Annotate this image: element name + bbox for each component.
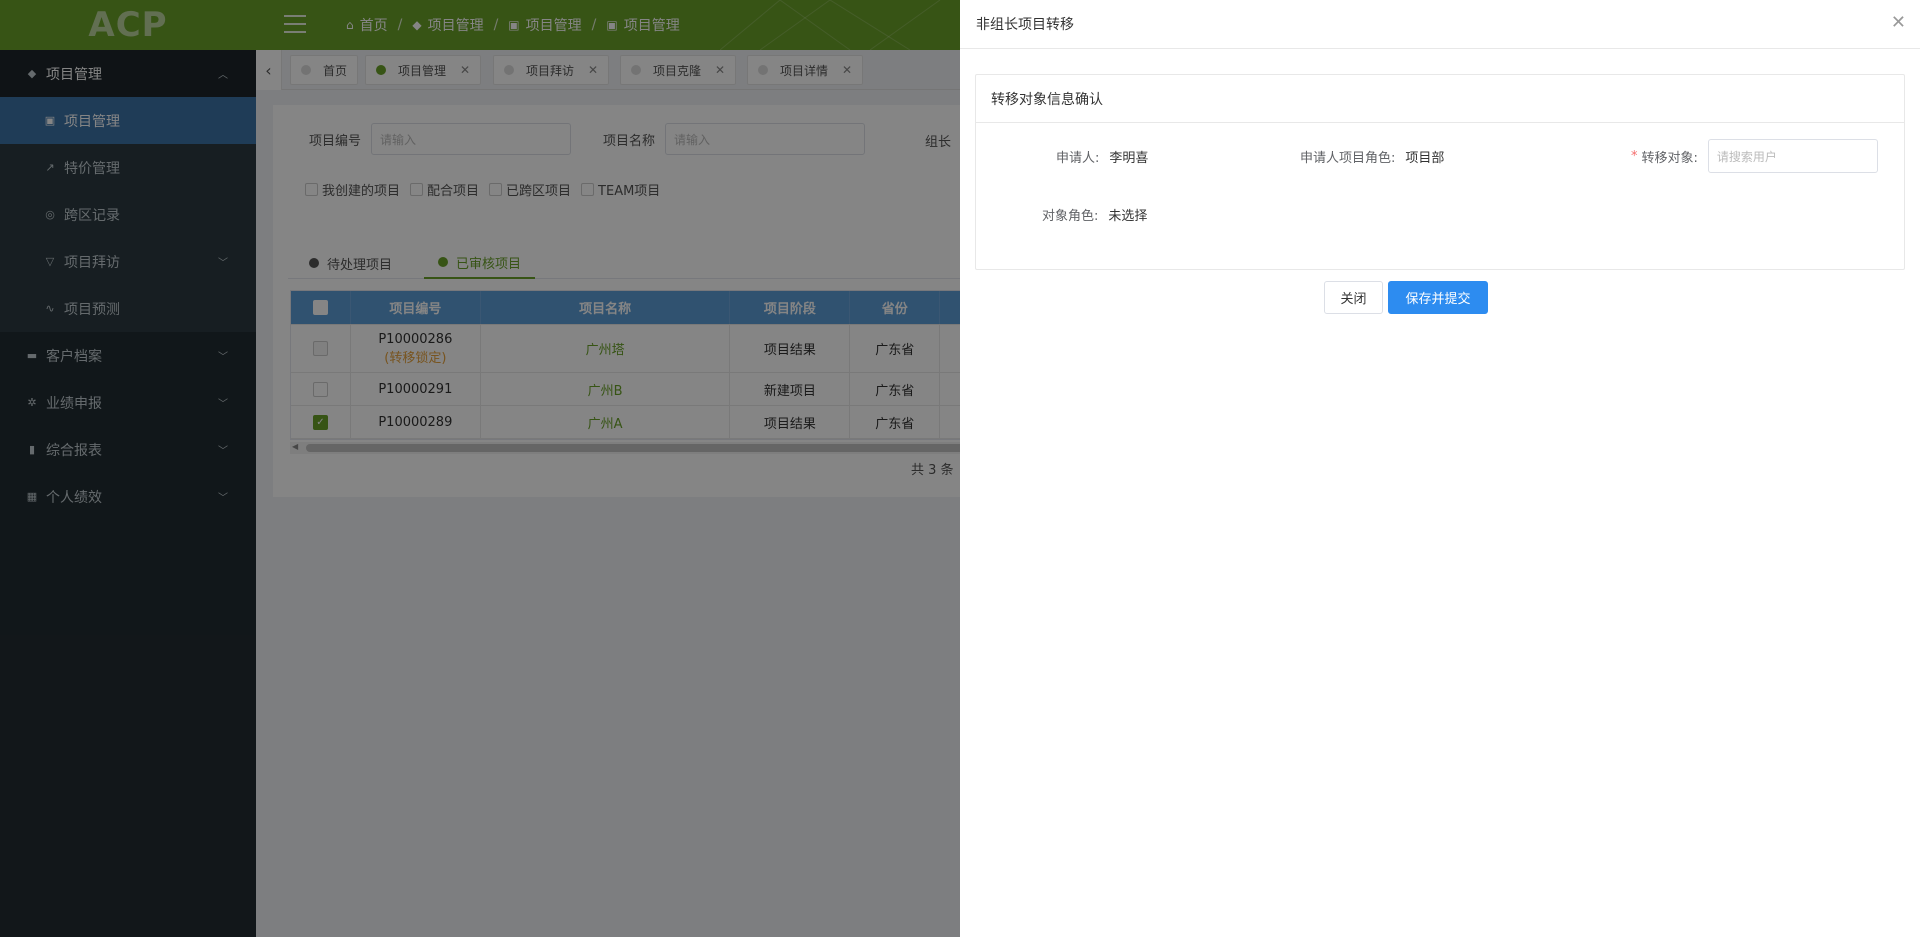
transfer-drawer: 非组长项目转移 ✕ 转移对象信息确认 申请人: 李明喜 申请人项目角色: 项目部… (960, 0, 1920, 937)
applicant-field: 申请人: 李明喜 (1056, 147, 1148, 166)
modal-overlay[interactable] (0, 0, 960, 937)
required-mark: * (1631, 148, 1638, 164)
panel-title: 转移对象信息确认 (976, 75, 1904, 123)
applicant-value: 李明喜 (1109, 151, 1149, 166)
target-role-value: 未选择 (1108, 209, 1148, 224)
drawer-title: 非组长项目转移 (976, 17, 1074, 33)
close-button[interactable]: 关闭 (1324, 281, 1383, 314)
transfer-target-field: * 转移对象: 请搜索用户 (1631, 139, 1878, 173)
save-submit-button[interactable]: 保存并提交 (1388, 281, 1488, 314)
applicant-role-field: 申请人项目角色: 项目部 (1300, 147, 1444, 166)
close-icon[interactable]: ✕ (1891, 12, 1906, 33)
target-role-field: 对象角色: 未选择 (1042, 205, 1147, 224)
transfer-target-input[interactable]: 请搜索用户 (1707, 139, 1878, 173)
transfer-info-panel: 转移对象信息确认 申请人: 李明喜 申请人项目角色: 项目部 * 转移对象: 请… (975, 74, 1905, 270)
applicant-role-value: 项目部 (1405, 151, 1445, 166)
